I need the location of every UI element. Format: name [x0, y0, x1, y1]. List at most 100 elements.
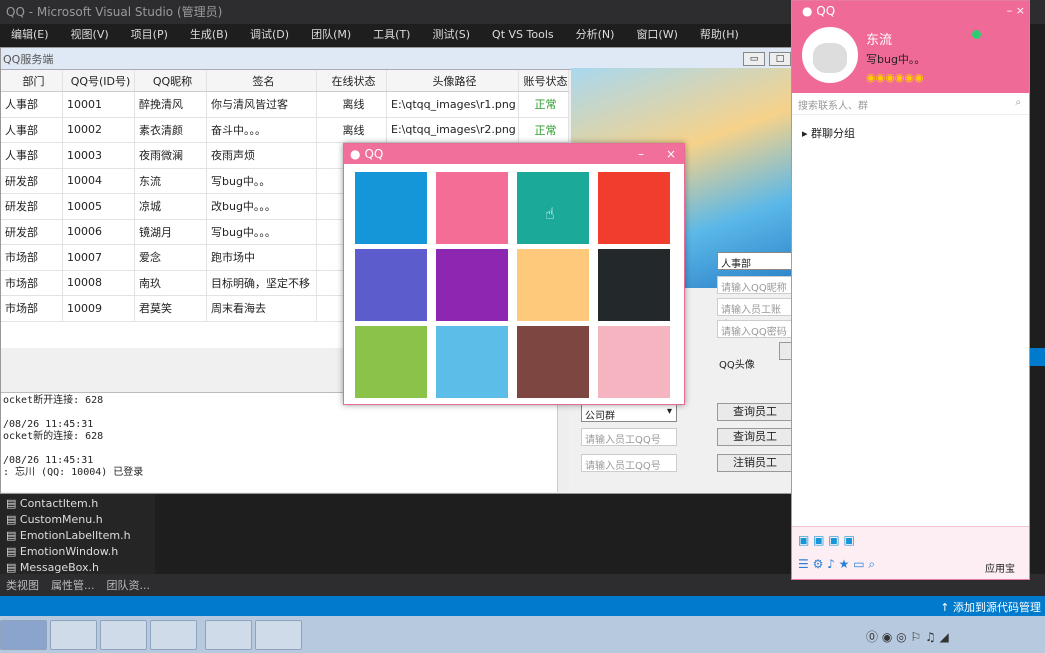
close-icon[interactable]: ×	[666, 147, 676, 161]
user-name: 东流	[866, 33, 893, 48]
log-scrollbar[interactable]	[557, 392, 569, 492]
tab-class-view[interactable]: 类视图	[6, 577, 39, 593]
table-cell: 离线	[317, 117, 387, 142]
maximize-button[interactable]: □	[769, 52, 791, 66]
table-cell: E:\qtqq_images\r1.png	[387, 92, 519, 117]
table-row[interactable]: 人事部 10002 素衣清颜 奋斗中。。。 离线 E:\qtqq_images\r2.pn…	[1, 117, 569, 143]
menu-qt-tools[interactable]: Qt VS Tools	[481, 28, 565, 41]
dialog-title-bar: ● QQ – ×	[344, 144, 684, 164]
file-item[interactable]: ▤ EmotionLabelItem.h	[0, 529, 155, 545]
menu-debug[interactable]: 调试(D)	[239, 26, 300, 42]
employee-qq-input-2[interactable]: 请输入员工QQ号	[581, 454, 677, 472]
group-select[interactable]: 公司群 ▾	[581, 404, 677, 422]
app-icons-row[interactable]: ◉◉◉◉◉◉	[866, 71, 924, 84]
col-header[interactable]: QQ昵称	[135, 70, 207, 91]
taskbar-qq[interactable]	[255, 620, 302, 650]
server-log: ocket断开连接: 628 /08/26 11:45:31 ocket新的连接…	[1, 392, 557, 492]
group-chat-category[interactable]: ▸ 群聊分组	[802, 125, 855, 141]
employee-qq-input[interactable]: 请输入员工QQ号	[581, 428, 677, 446]
bottom-app-icons[interactable]: ▣ ▣ ▣ ▣	[798, 533, 855, 547]
taskbar-qq[interactable]	[205, 620, 252, 650]
table-cell: 你与清风皆过客	[207, 92, 317, 117]
file-item[interactable]: ▤ CustomMenu.h	[0, 513, 155, 529]
window-controls[interactable]: – ×	[1007, 4, 1025, 17]
table-cell: 爱念	[135, 245, 207, 270]
app-store-link[interactable]: 应用宝	[985, 560, 1015, 575]
cancel-employee-button[interactable]: 注销员工	[717, 454, 793, 472]
file-item[interactable]: ▤ MessageBox.h	[0, 561, 155, 574]
search-icon: ⌕	[1015, 97, 1021, 108]
table-row[interactable]: 人事部 10001 醉挽清风 你与清风皆过客 离线 E:\qtqq_images\r1.p…	[1, 92, 569, 118]
menu-edit[interactable]: 编辑(E)	[0, 26, 60, 42]
contact-search-input[interactable]: 搜索联系人、群 ⌕	[792, 93, 1029, 115]
menu-build[interactable]: 生成(B)	[179, 26, 239, 42]
color-swatch[interactable]	[355, 326, 427, 398]
department-select[interactable]: 人事部	[717, 252, 793, 270]
minimize-icon[interactable]: –	[638, 147, 644, 161]
taskbar-vs[interactable]	[0, 620, 47, 650]
table-cell: 人事部	[1, 117, 63, 142]
file-item[interactable]: ▤ ContactItem.h	[0, 494, 155, 513]
query-employee-button[interactable]: 查询员工	[717, 403, 793, 421]
color-swatch[interactable]	[598, 249, 670, 321]
col-header[interactable]: 在线状态	[317, 70, 387, 91]
menu-analyze[interactable]: 分析(N)	[565, 26, 626, 42]
query-employee-button-2[interactable]: 查询员工	[717, 428, 793, 446]
tab-properties[interactable]: 属性管...	[51, 577, 95, 593]
add-source-control[interactable]: ↑ 添加到源代码管理	[940, 599, 1041, 615]
table-cell: 市场部	[1, 296, 63, 321]
chevron-down-icon: ▾	[666, 406, 672, 417]
color-swatch[interactable]	[598, 326, 670, 398]
color-swatch[interactable]	[517, 249, 589, 321]
table-cell: E:\qtqq_images\r2.png	[387, 117, 519, 142]
menu-project[interactable]: 项目(P)	[120, 26, 179, 42]
color-swatch[interactable]	[436, 172, 508, 244]
color-swatch[interactable]	[517, 326, 589, 398]
server-title: QQ服务端	[3, 52, 54, 66]
col-header[interactable]: QQ号(ID号)	[63, 70, 135, 91]
menu-test[interactable]: 测试(S)	[421, 26, 481, 42]
tab-team[interactable]: 团队资...	[107, 577, 151, 593]
color-swatch[interactable]	[355, 172, 427, 244]
cursor-icon: ☝	[545, 204, 555, 223]
bottom-tool-icons[interactable]: ☰ ⚙ ♪ ★ ▭ ⌕	[798, 557, 875, 572]
menu-tools[interactable]: 工具(T)	[362, 26, 421, 42]
file-name: EmotionLabelItem.h	[19, 529, 131, 542]
password-input[interactable]: 请输入QQ密码	[717, 320, 793, 338]
table-cell: 素衣清颜	[135, 117, 207, 142]
avatar[interactable]	[802, 27, 858, 83]
online-status-icon[interactable]	[972, 30, 981, 39]
file-item[interactable]: ▤ EmotionWindow.h	[0, 545, 155, 561]
col-header[interactable]: 账号状态	[519, 70, 569, 91]
color-swatch[interactable]	[598, 172, 670, 244]
col-header[interactable]: 头像路径	[387, 70, 519, 91]
table-cell: 夜雨微澜	[135, 143, 207, 168]
table-cell: 研发部	[1, 168, 63, 193]
col-header[interactable]: 签名	[207, 70, 317, 91]
nickname-input[interactable]: 请输入QQ昵称	[717, 276, 793, 294]
file-name: EmotionWindow.h	[19, 545, 119, 558]
table-cell: 研发部	[1, 219, 63, 244]
taskbar-app[interactable]	[150, 620, 197, 650]
account-input[interactable]: 请输入员工账户	[717, 298, 793, 331]
table-cell: 写bug中。。。	[207, 219, 317, 244]
table-cell: 镜湖月	[135, 219, 207, 244]
tray-icons[interactable]: ⓪ ◉ ◎ ⚐ ♫ ◢	[866, 628, 949, 645]
color-swatch[interactable]	[355, 249, 427, 321]
menu-window[interactable]: 窗口(W)	[625, 26, 688, 42]
taskbar-app[interactable]	[50, 620, 97, 650]
taskbar-app[interactable]	[100, 620, 147, 650]
color-swatch[interactable]	[436, 249, 508, 321]
minimize-button[interactable]: ▭	[743, 52, 765, 66]
vs-title: QQ - Microsoft Visual Studio (管理员)	[6, 5, 223, 19]
table-cell: 10006	[63, 219, 135, 244]
color-swatch[interactable]	[436, 326, 508, 398]
menu-help[interactable]: 帮助(H)	[689, 26, 750, 42]
user-signature[interactable]: 写bug中。。	[866, 51, 925, 67]
menu-team[interactable]: 团队(M)	[300, 26, 362, 42]
qq-logo: ● QQ	[802, 4, 836, 18]
menu-view[interactable]: 视图(V)	[60, 26, 120, 42]
col-header[interactable]: 部门	[1, 70, 63, 91]
